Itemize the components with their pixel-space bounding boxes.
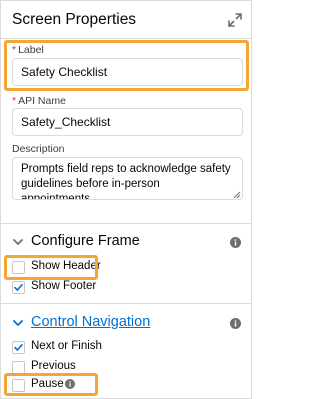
next-or-finish-checkbox[interactable] <box>12 341 25 354</box>
show-footer-checkbox[interactable] <box>12 281 25 294</box>
resize-grip-icon[interactable] <box>233 191 241 199</box>
control-navigation-title[interactable]: Control Navigation <box>31 314 150 330</box>
section-divider <box>1 303 251 304</box>
screen-properties-panel: Screen Properties * Label Safety Checklis… <box>0 0 252 399</box>
section-divider <box>1 223 251 224</box>
label-highlight <box>4 40 249 91</box>
chevron-down-icon[interactable] <box>12 236 24 248</box>
check-icon <box>14 344 23 351</box>
api-name-input[interactable]: Safety_Checklist <box>12 108 243 136</box>
previous-label: Previous <box>31 360 76 372</box>
info-icon[interactable] <box>230 318 241 329</box>
description-label: Description <box>12 143 65 155</box>
chevron-down-icon[interactable] <box>12 317 24 329</box>
info-icon[interactable] <box>230 237 241 248</box>
show-footer-label: Show Footer <box>31 280 97 292</box>
pause-highlight <box>4 373 98 396</box>
configure-frame-title[interactable]: Configure Frame <box>31 233 140 249</box>
description-textarea[interactable]: Prompts field reps to acknowledge safety… <box>12 157 243 200</box>
panel-title: Screen Properties <box>12 11 137 28</box>
show-header-highlight <box>4 255 98 280</box>
next-or-finish-label: Next or Finish <box>31 340 102 352</box>
expand-icon[interactable] <box>228 13 242 27</box>
required-marker: * <box>12 95 17 107</box>
api-name-label: * API Name <box>12 95 66 107</box>
api-name-label-text: API Name <box>18 95 66 107</box>
check-icon <box>14 284 23 291</box>
panel-header: Screen Properties <box>1 1 251 39</box>
